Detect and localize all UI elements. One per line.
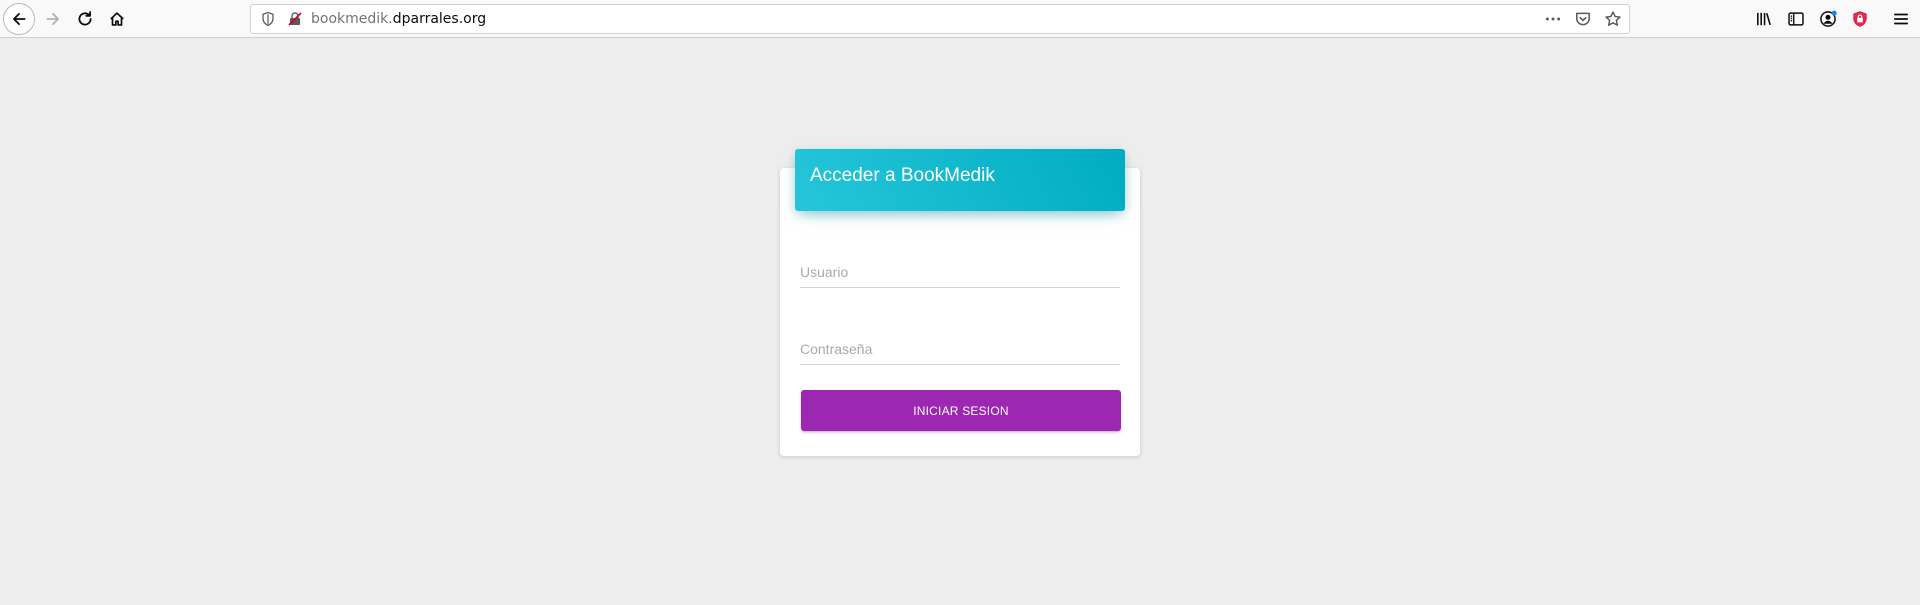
star-icon [1605, 11, 1621, 26]
pocket-icon [1576, 12, 1590, 26]
arrow-left-icon [13, 13, 26, 25]
username-field [800, 246, 1120, 288]
password-input[interactable] [800, 323, 1120, 364]
home-icon [110, 12, 124, 26]
username-input[interactable] [800, 246, 1120, 287]
pocket-button[interactable] [1573, 9, 1593, 29]
extension-button[interactable] [1849, 8, 1871, 30]
url-domain: dparrales.org [392, 11, 487, 27]
login-card-header: Acceder a BookMedik [795, 149, 1125, 211]
library-button[interactable] [1753, 8, 1775, 30]
forward-button[interactable] [37, 3, 69, 35]
password-field [800, 323, 1120, 365]
sidebar-icon [1788, 12, 1804, 26]
browser-toolbar: bookmedik.dparrales.org [0, 0, 1920, 38]
more-icon [1545, 17, 1561, 21]
page-actions-button[interactable] [1543, 9, 1563, 29]
sidebar-button[interactable] [1785, 8, 1807, 30]
login-button[interactable]: INICIAR SESION [801, 390, 1121, 431]
reload-icon [78, 11, 92, 26]
bookmark-button[interactable] [1603, 9, 1623, 29]
url-prefix: bookmedik. [311, 11, 393, 27]
extension-shield-icon [1853, 11, 1867, 27]
menu-button[interactable] [1890, 8, 1912, 30]
login-title: Acceder a BookMedik [810, 165, 995, 186]
url-actions [1543, 9, 1623, 29]
insecure-lock-icon[interactable] [287, 11, 303, 27]
account-icon [1820, 10, 1837, 27]
url-bar[interactable]: bookmedik.dparrales.org [250, 4, 1630, 34]
arrow-right-icon [46, 13, 59, 25]
reload-button[interactable] [69, 3, 101, 35]
shield-icon[interactable] [260, 11, 276, 27]
back-button[interactable] [3, 3, 35, 35]
account-button[interactable] [1817, 8, 1839, 30]
library-icon [1757, 12, 1771, 26]
url-text[interactable]: bookmedik.dparrales.org [311, 11, 486, 27]
hamburger-menu-icon [1893, 13, 1909, 25]
home-button[interactable] [101, 3, 133, 35]
